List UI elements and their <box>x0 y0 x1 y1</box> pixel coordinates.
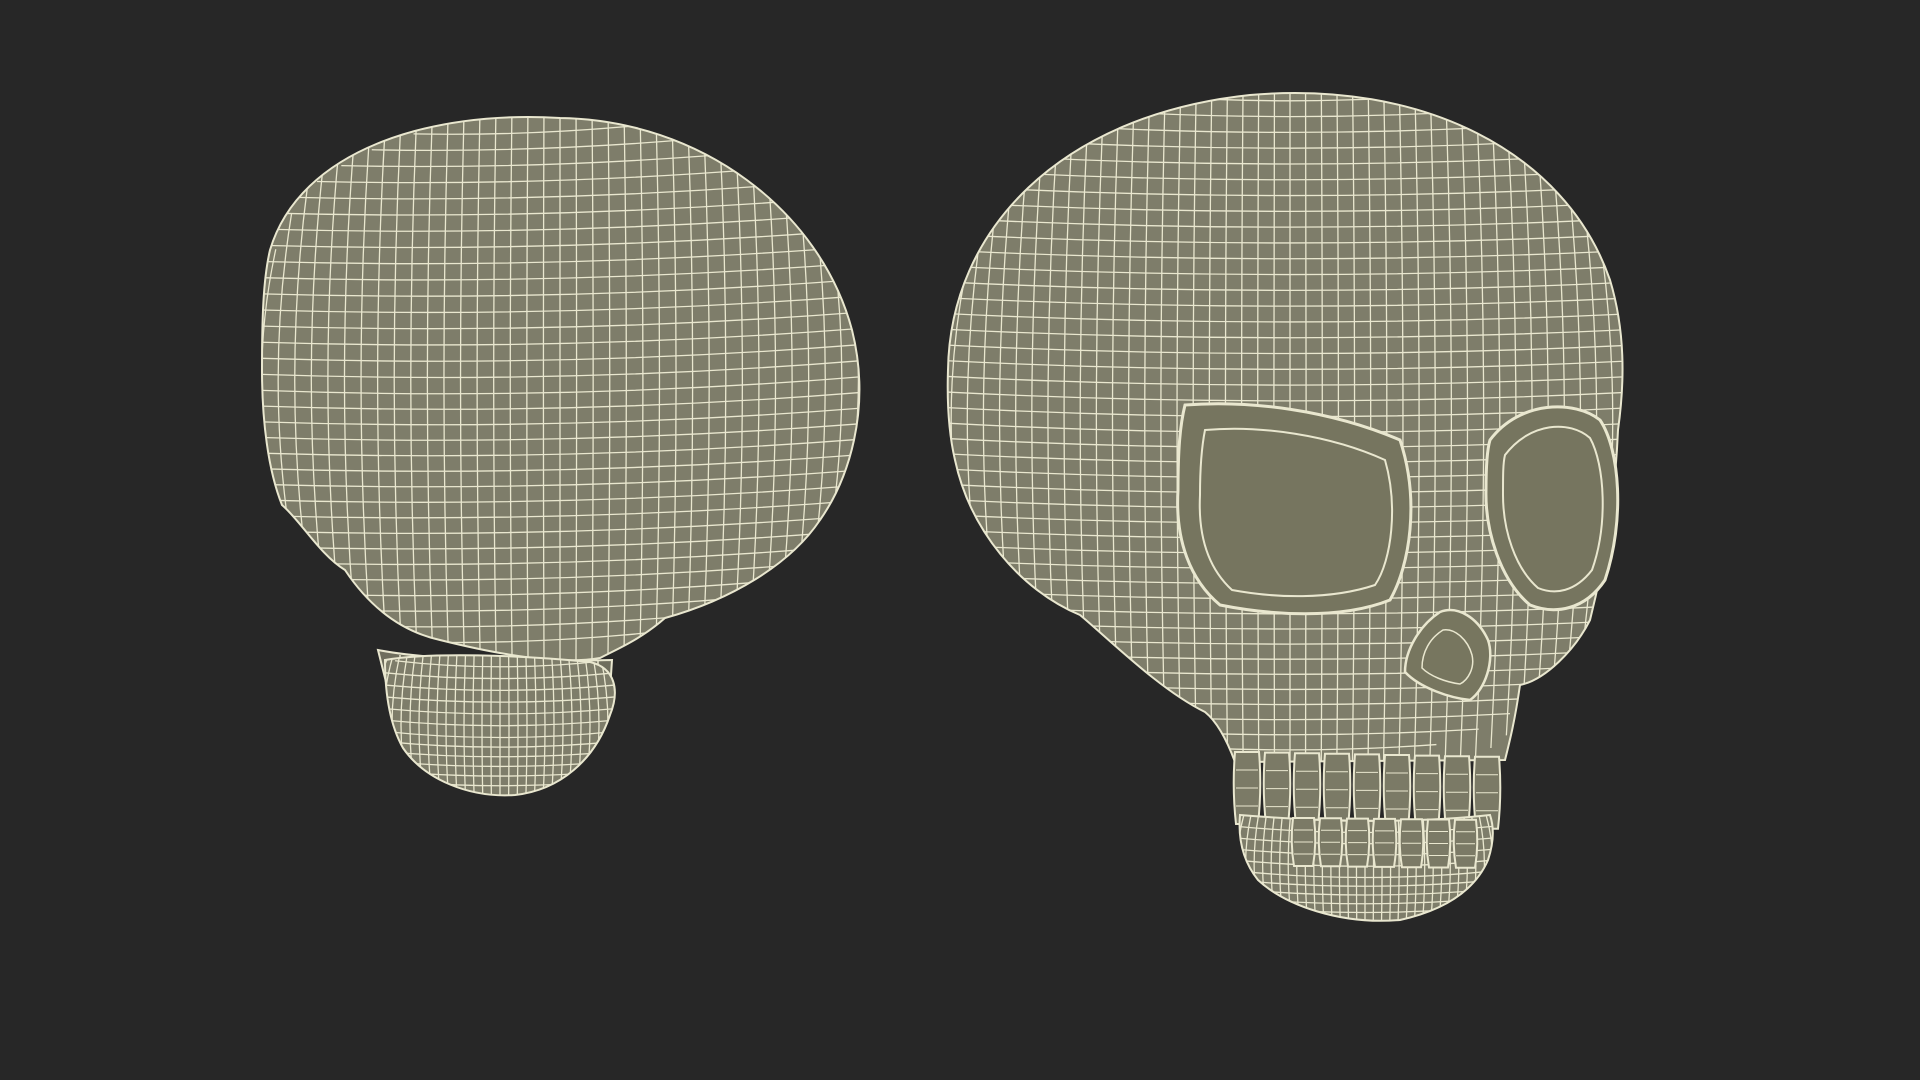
skull-side-view <box>260 116 861 797</box>
front-lower-teeth <box>1290 817 1479 869</box>
render-viewport <box>0 0 1920 1080</box>
side-cranium-wireframe <box>262 117 860 661</box>
skull-front-view <box>946 91 1624 922</box>
render-canvas <box>260 91 1624 922</box>
